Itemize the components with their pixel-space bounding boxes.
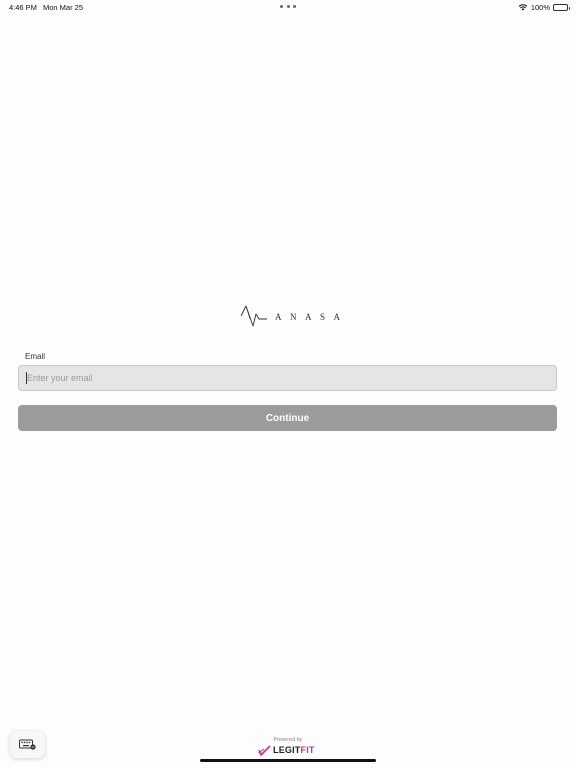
status-bar: 4:46 PM Mon Mar 25 100%: [0, 0, 576, 14]
anasa-pulse-logo-icon: [240, 303, 268, 329]
battery-percent: 100%: [530, 3, 550, 12]
wifi-icon: [518, 4, 528, 11]
email-input[interactable]: [18, 365, 557, 391]
status-date: Mon Mar 25: [43, 3, 84, 12]
legitfit-wordmark-fit: FIT: [300, 745, 315, 755]
legitfit-wordmark-legit: LEGIT: [273, 745, 301, 755]
multitasking-dots-icon[interactable]: [280, 5, 296, 9]
battery-icon: [553, 4, 570, 11]
brand-logo: ANASA: [240, 302, 349, 330]
legitfit-mark-icon: [258, 744, 271, 756]
status-time: 4:46 PM: [9, 3, 37, 12]
home-indicator[interactable]: [200, 759, 376, 762]
brand-name: ANASA: [275, 311, 349, 322]
email-label: Email: [25, 352, 46, 361]
legitfit-logo: LEGITFIT: [258, 743, 315, 757]
keyboard-toggle-button[interactable]: [10, 731, 45, 758]
legitfit-wordmark: LEGITFIT: [273, 745, 315, 755]
status-right-group: 100%: [518, 3, 570, 12]
text-caret: [26, 372, 27, 384]
continue-button[interactable]: Continue: [18, 405, 557, 431]
